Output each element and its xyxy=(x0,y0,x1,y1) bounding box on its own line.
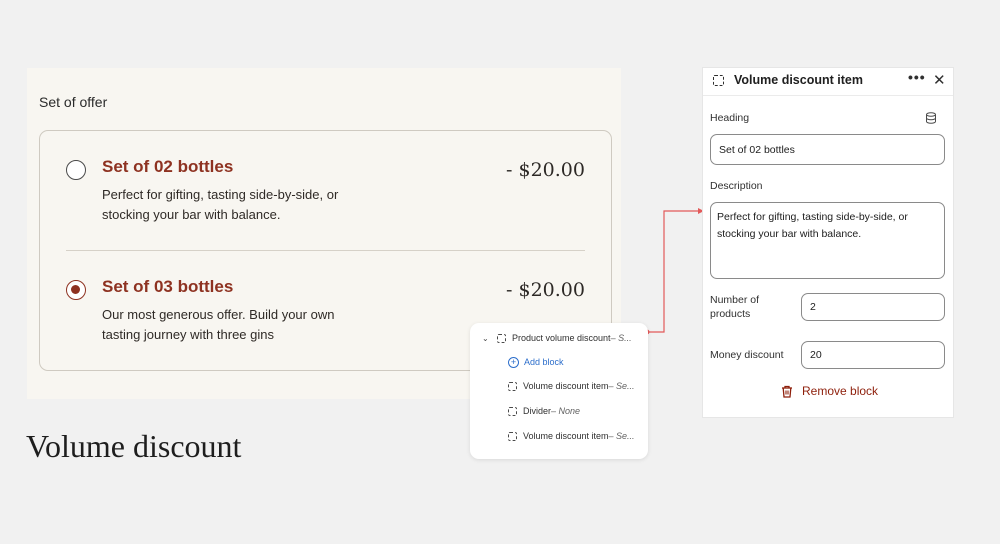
connector-arrow xyxy=(644,208,704,335)
add-block-button[interactable]: + Add block xyxy=(470,353,648,371)
products-label: Number of products xyxy=(710,294,760,320)
dynamic-source-icon[interactable] xyxy=(925,112,937,124)
description-textarea[interactable]: Perfect for gifting, tasting side-by-sid… xyxy=(710,202,945,279)
remove-block-button[interactable]: Remove block xyxy=(781,384,878,398)
tree-item-divider[interactable]: Divider – None xyxy=(470,402,648,420)
money-discount-input[interactable] xyxy=(801,341,945,369)
panel-title: Volume discount item xyxy=(734,73,863,87)
option-1-name: Set of 02 bottles xyxy=(102,157,234,176)
option-2-price: - $20.00 xyxy=(506,279,585,301)
option-divider xyxy=(66,250,585,251)
chevron-down-icon[interactable]: ⌄ xyxy=(482,334,492,343)
block-icon xyxy=(508,431,517,441)
caption-heading: Volume discount xyxy=(26,428,242,464)
block-tree: ⌄ Product volume discount – S... + Add b… xyxy=(470,323,648,459)
description-label: Description xyxy=(710,180,763,192)
option-2-name: Set of 03 bottles xyxy=(102,277,234,296)
option-1-radio[interactable] xyxy=(66,160,86,180)
money-discount-label: Money discount xyxy=(710,349,784,361)
offer-title: Set of offer xyxy=(39,94,108,110)
block-icon xyxy=(508,406,517,416)
heading-label: Heading xyxy=(710,112,750,124)
block-icon xyxy=(713,75,724,86)
plus-circle-icon: + xyxy=(508,356,519,368)
heading-input[interactable] xyxy=(710,134,945,165)
option-1-description: Perfect for gifting, tasting side-by-sid… xyxy=(102,187,339,222)
option-2-radio[interactable] xyxy=(66,280,86,300)
more-options-icon[interactable]: ••• xyxy=(908,69,926,85)
block-icon xyxy=(497,333,506,343)
block-icon xyxy=(508,381,517,391)
option-2-description: Our most generous offer. Build your own … xyxy=(102,307,335,342)
panel-header: Volume discount item ••• ✕ xyxy=(703,68,953,96)
tree-item-volume-discount-1[interactable]: Volume discount item – Se... xyxy=(470,377,648,395)
trash-icon xyxy=(782,385,792,398)
number-of-products-input[interactable] xyxy=(801,293,945,321)
close-icon[interactable]: ✕ xyxy=(933,71,946,89)
tree-item-volume-discount-2[interactable]: Volume discount item – Se... xyxy=(470,427,648,445)
option-1-price: - $20.00 xyxy=(506,159,585,181)
tree-item-product-volume-discount[interactable]: ⌄ Product volume discount – S... xyxy=(470,329,648,347)
block-settings-panel: Volume discount item ••• ✕ Heading Descr… xyxy=(702,67,954,418)
